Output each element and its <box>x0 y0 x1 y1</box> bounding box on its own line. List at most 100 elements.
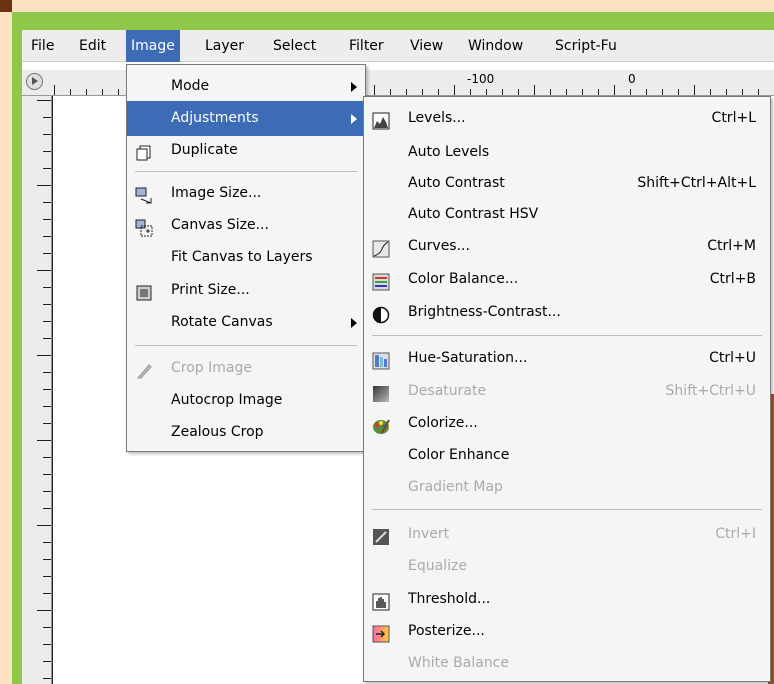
ruler-tick <box>454 85 455 95</box>
menu-item-crop-image[interactable]: Crop Image <box>127 351 365 386</box>
navigation-icon[interactable] <box>26 73 43 90</box>
ruler-tick <box>43 219 51 220</box>
menu-item-brightness-contrast[interactable]: Brightness-Contrast... <box>364 295 770 330</box>
ruler-tick <box>43 338 51 339</box>
menu-item-fit-canvas[interactable]: Fit Canvas to Layers <box>127 240 365 275</box>
image-size-icon <box>135 184 153 204</box>
ruler-tick <box>646 89 647 95</box>
ruler-tick <box>694 85 695 95</box>
ruler-tick <box>43 117 51 118</box>
canvas-size-icon <box>135 216 153 237</box>
menu-view[interactable]: View <box>405 30 448 62</box>
curves-icon <box>372 237 390 258</box>
menu-item-rotate-canvas[interactable]: Rotate Canvas <box>127 305 365 340</box>
ruler-tick <box>43 304 51 305</box>
ruler-tick <box>70 89 71 95</box>
ruler-tick <box>43 661 51 662</box>
menu-file[interactable]: File <box>26 30 59 62</box>
menu-item-posterize[interactable]: Posterize... <box>364 614 770 649</box>
image-menu: Mode Adjustments Duplicate Image Size...… <box>126 64 366 452</box>
menu-item-equalize[interactable]: Equalize <box>364 549 770 584</box>
ruler-tick <box>43 287 51 288</box>
print-size-icon <box>135 281 153 301</box>
menu-layer[interactable]: Layer <box>200 30 249 62</box>
menu-item-duplicate[interactable]: Duplicate <box>127 133 365 168</box>
ruler-tick <box>37 525 51 526</box>
menu-item-colorize[interactable]: Colorize... <box>364 406 770 441</box>
ruler-tick <box>710 89 711 95</box>
ruler-tick <box>43 491 51 492</box>
ruler-tick <box>43 134 51 135</box>
ruler-tick <box>43 151 51 152</box>
ruler-tick <box>630 89 631 95</box>
menu-edit[interactable]: Edit <box>74 30 111 62</box>
menu-filter[interactable]: Filter <box>344 30 389 62</box>
ruler-tick <box>43 372 51 373</box>
colorize-icon <box>372 414 390 434</box>
ruler-tick <box>37 610 51 611</box>
corner-decoration <box>0 0 12 12</box>
menu-item-canvas-size[interactable]: Canvas Size... <box>127 208 365 243</box>
ruler-tick <box>43 457 51 458</box>
menu-select[interactable]: Select <box>268 30 321 62</box>
menu-item-desaturate[interactable]: Desaturate Shift+Ctrl+U <box>364 374 770 409</box>
menu-item-zealous-crop[interactable]: Zealous Crop <box>127 415 365 450</box>
ruler-tick <box>742 89 743 95</box>
window-left-border <box>12 30 22 684</box>
ruler-tick <box>726 89 727 95</box>
menu-script-fu[interactable]: Script-Fu <box>550 30 622 62</box>
duplicate-icon <box>135 141 153 161</box>
menu-item-auto-levels[interactable]: Auto Levels <box>364 135 770 170</box>
submenu-arrow-icon <box>351 318 357 328</box>
ruler-tick <box>43 678 51 679</box>
menu-item-color-enhance[interactable]: Color Enhance <box>364 438 770 473</box>
invert-icon <box>372 525 390 545</box>
ruler-tick <box>582 89 583 95</box>
adjustments-menu: Levels... Ctrl+L Auto Levels Auto Contra… <box>363 96 771 682</box>
menu-item-print-size[interactable]: Print Size... <box>127 273 365 308</box>
ruler-tick <box>43 168 51 169</box>
ruler-tick <box>43 644 51 645</box>
menu-item-threshold[interactable]: Threshold... <box>364 582 770 617</box>
menu-item-auto-contrast-hsv[interactable]: Auto Contrast HSV <box>364 197 770 232</box>
menu-item-color-balance[interactable]: Color Balance... Ctrl+B <box>364 262 770 297</box>
levels-icon <box>372 109 390 130</box>
ruler-tick <box>678 89 679 95</box>
ruler-tick <box>614 85 615 95</box>
menu-item-white-balance[interactable]: White Balance <box>364 646 770 681</box>
menu-item-mode[interactable]: Mode <box>127 69 365 104</box>
ruler-label: 0 <box>628 72 636 86</box>
menu-item-invert[interactable]: Invert Ctrl+I <box>364 517 770 552</box>
menu-item-levels[interactable]: Levels... Ctrl+L <box>364 101 770 136</box>
menu-item-autocrop-image[interactable]: Autocrop Image <box>127 383 365 418</box>
menu-item-auto-contrast[interactable]: Auto Contrast Shift+Ctrl+Alt+L <box>364 166 770 201</box>
ruler-tick <box>118 89 119 95</box>
ruler-tick <box>43 406 51 407</box>
menu-item-gradient-map[interactable]: Gradient Map <box>364 470 770 505</box>
ruler-tick <box>37 355 51 356</box>
crop-icon <box>135 359 153 379</box>
ruler-tick <box>43 202 51 203</box>
color-balance-icon <box>372 270 390 291</box>
menu-image[interactable]: Image <box>126 30 180 62</box>
posterize-icon <box>372 622 390 643</box>
menu-window[interactable]: Window <box>463 30 528 62</box>
ruler-tick <box>37 100 51 101</box>
window-top-border <box>12 12 774 30</box>
ruler-tick <box>470 89 471 95</box>
menu-item-hue-saturation[interactable]: Hue-Saturation... Ctrl+U <box>364 341 770 376</box>
menu-item-adjustments[interactable]: Adjustments <box>127 101 365 136</box>
menu-item-curves[interactable]: Curves... Ctrl+M <box>364 229 770 264</box>
ruler-tick <box>758 89 759 95</box>
vertical-ruler[interactable] <box>22 96 52 684</box>
ruler-tick <box>43 593 51 594</box>
menubar: File Edit Image Layer Select Filter View… <box>22 30 774 62</box>
threshold-icon <box>372 590 390 611</box>
ruler-tick <box>37 440 51 441</box>
menu-separator <box>372 335 762 336</box>
ruler-tick <box>374 85 375 95</box>
ruler-tick <box>518 89 519 95</box>
menu-item-image-size[interactable]: Image Size... <box>127 176 365 211</box>
ruler-tick <box>102 89 103 95</box>
ruler-tick <box>43 508 51 509</box>
